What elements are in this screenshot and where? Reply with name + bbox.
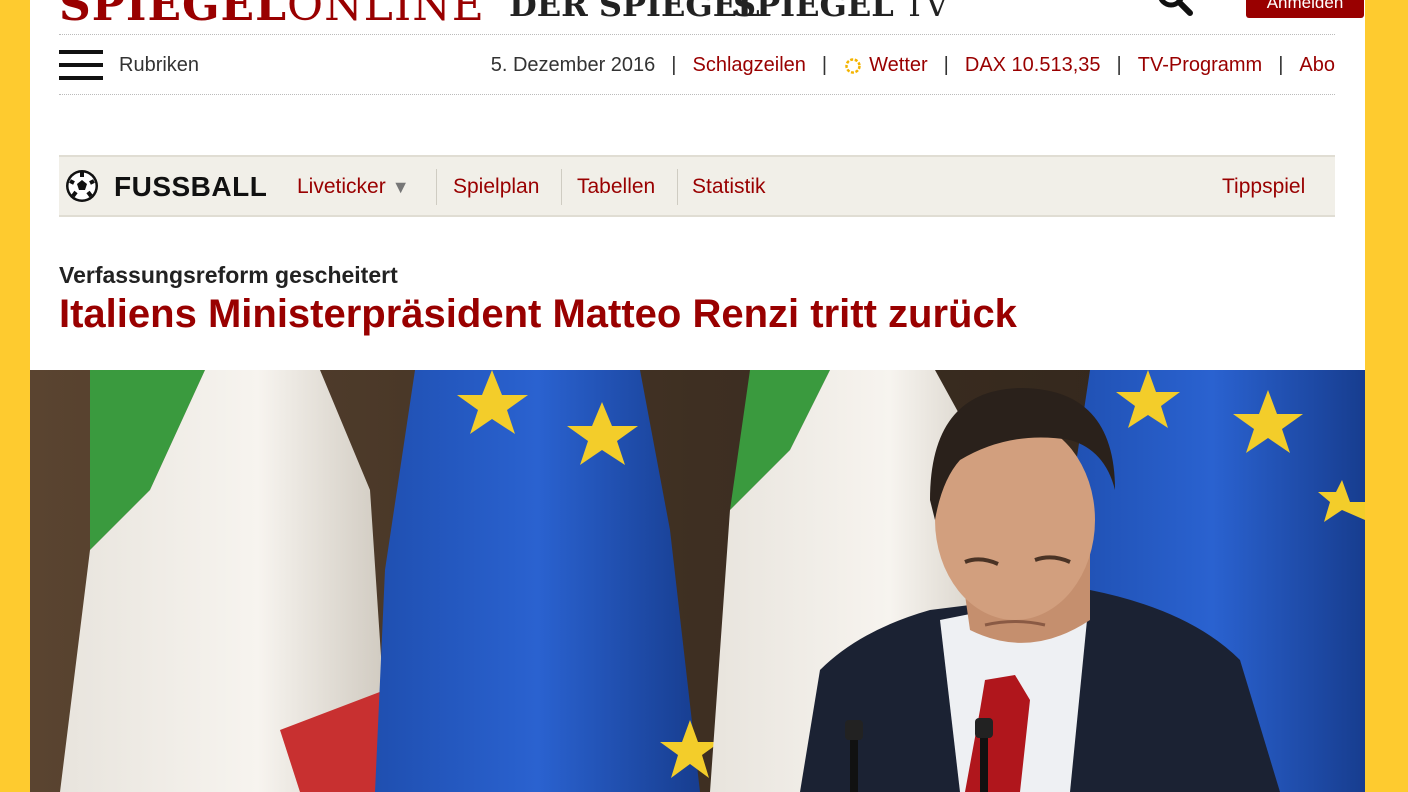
nav-schlagzeilen[interactable]: Schlagzeilen	[693, 54, 806, 77]
nav-right: 5. Dezember 2016 | Schlagzeilen | Wetter…	[491, 54, 1335, 77]
statistik-link[interactable]: Statistik	[692, 175, 766, 199]
nav-abo[interactable]: Abo	[1299, 54, 1335, 77]
nav-separator: |	[821, 54, 828, 76]
divider	[677, 169, 678, 205]
nav-wetter[interactable]: Wetter	[869, 54, 928, 77]
nav-separator: |	[1278, 54, 1284, 76]
nav-tv-programm[interactable]: TV-Programm	[1138, 54, 1262, 77]
spiegel-tv-logo[interactable]: SPIEGEL TV	[733, 0, 948, 24]
article-photo[interactable]	[30, 370, 1365, 792]
rubriken-link[interactable]: Rubriken	[119, 54, 199, 77]
login-button[interactable]: Anmelden	[1246, 0, 1364, 18]
logo-tv-bold: SPIEGEL	[733, 0, 894, 24]
logo-main-light: ONLINE	[287, 0, 485, 31]
liveticker-link[interactable]: Liveticker ▼	[297, 175, 410, 199]
sun-icon	[845, 57, 861, 74]
divider	[59, 94, 1335, 95]
fussball-title[interactable]: FUSSBALL	[114, 171, 267, 203]
der-spiegel-logo[interactable]: DER SPIEGEL	[509, 0, 760, 24]
article-kicker[interactable]: Verfassungsreform gescheitert	[59, 262, 398, 289]
menu-icon[interactable]	[59, 50, 103, 80]
spielplan-link[interactable]: Spielplan	[453, 175, 539, 199]
nav-separator: |	[943, 54, 949, 76]
nav-date: 5. Dezember 2016	[490, 54, 656, 76]
liveticker-label: Liveticker	[297, 175, 386, 198]
photo-illustration	[30, 370, 1365, 792]
brand-row: SPIEGELONLINE DER SPIEGEL SPIEGEL TV Anm…	[59, 0, 1364, 31]
tippspiel-link[interactable]: Tippspiel	[1222, 175, 1305, 199]
divider	[59, 34, 1335, 35]
spiegel-online-logo[interactable]: SPIEGELONLINE	[59, 0, 485, 31]
nav-row: Rubriken 5. Dezember 2016 | Schlagzeilen…	[59, 36, 1335, 94]
divider	[436, 169, 437, 205]
logo-tv-light: TV	[903, 0, 949, 24]
nav-dax[interactable]: DAX 10.513,35	[965, 54, 1101, 77]
chevron-down-icon: ▼	[391, 177, 410, 197]
nav-separator: |	[671, 54, 677, 76]
fussball-bar: FUSSBALL Liveticker ▼ Spielplan Tabellen …	[59, 155, 1335, 217]
soccer-ball-icon	[66, 170, 98, 202]
search-icon[interactable]	[1155, 0, 1195, 20]
nav-separator: |	[1116, 54, 1122, 76]
tabellen-link[interactable]: Tabellen	[577, 175, 655, 199]
logo-main-bold: SPIEGEL	[59, 0, 288, 31]
divider	[561, 169, 562, 205]
article-headline[interactable]: Italiens Ministerpräsident Matteo Renzi …	[59, 292, 1017, 337]
page: SPIEGELONLINE DER SPIEGEL SPIEGEL TV Anm…	[30, 0, 1365, 792]
